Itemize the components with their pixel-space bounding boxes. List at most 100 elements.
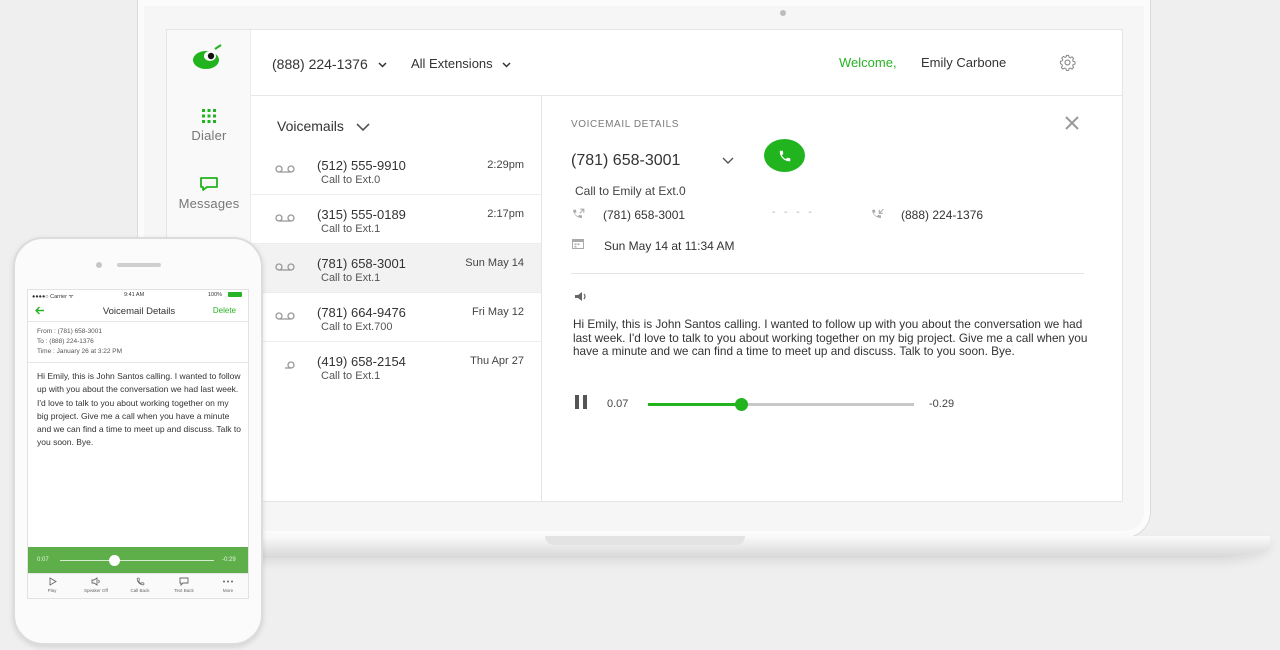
dialpad-icon: [202, 109, 216, 123]
mobile-progress-thumb[interactable]: [108, 555, 120, 566]
phone-icon: [136, 577, 144, 586]
to-number: (888) 224-1376: [901, 208, 984, 222]
voicemail-icon: [275, 263, 295, 271]
phone-earpiece: [117, 263, 161, 267]
voicemail-list: (512) 555-9910 Call to Ext.0 2:29pm (315…: [251, 146, 541, 391]
phone-number-select[interactable]: (888) 224-1376: [272, 56, 387, 72]
nav-messages-label: Messages: [178, 196, 240, 211]
message-bubble-icon: [200, 177, 218, 191]
call-button[interactable]: [764, 139, 805, 172]
voicemail-icon: [275, 165, 295, 173]
top-bar: (888) 224-1376 All Extensions Welcome, E…: [251, 30, 1122, 96]
tab-more[interactable]: More: [206, 577, 248, 593]
user-name[interactable]: Emily Carbone: [921, 55, 1006, 70]
tab-label: Speaker Off: [84, 588, 108, 593]
laptop-notch: [545, 536, 745, 545]
laptop-camera: [780, 10, 786, 16]
call-extension: Call to Ext.1: [321, 223, 381, 235]
caller-number: (781) 658-3001: [317, 256, 406, 271]
voicemail-icon: [285, 361, 295, 369]
battery-icon: [228, 292, 242, 297]
tab-call-back[interactable]: Call Back: [118, 577, 162, 593]
battery-level: 100%: [208, 292, 223, 298]
list-item-selected[interactable]: (781) 658-3001 Call to Ext.1 Sun May 14: [251, 244, 541, 293]
extensions-select[interactable]: All Extensions: [411, 56, 511, 71]
audio-progress-fill: [648, 403, 742, 406]
outgoing-call-icon: [573, 208, 585, 218]
status-time: 9:41 AM: [124, 292, 145, 298]
call-time: 2:17pm: [487, 208, 524, 220]
call-time: Sun May 14: [465, 257, 524, 269]
divider: [28, 362, 248, 363]
meta-to: To : (888) 224-1376: [37, 338, 94, 345]
chat-icon: [179, 577, 189, 586]
mobile-current-time: 0:07: [37, 557, 49, 563]
call-time: Fri May 12: [472, 306, 524, 318]
mobile-device: ●●●●○ Carrier ᯤ 9:41 AM 100% Voicemail D…: [13, 237, 263, 645]
nav-messages[interactable]: Messages: [167, 176, 251, 211]
phone-camera: [96, 262, 102, 268]
delete-button[interactable]: Delete: [213, 306, 236, 315]
more-icon: [223, 580, 233, 583]
nav-dialer-label: Dialer: [191, 128, 227, 143]
tab-text-back[interactable]: Text Back: [162, 577, 206, 593]
carrier-signal: ●●●●○ Carrier ᯤ: [32, 294, 74, 300]
detail-number: (781) 658-3001: [571, 152, 681, 169]
play-icon: [49, 577, 57, 586]
caller-number: (419) 658-2154: [317, 354, 406, 369]
speaker-icon[interactable]: [574, 291, 587, 302]
from-number: (781) 658-3001: [603, 208, 686, 222]
mobile-player-bar: 0:07 -0:29: [28, 547, 248, 573]
welcome-text: Welcome,: [839, 55, 897, 70]
mobile-app: ●●●●○ Carrier ᯤ 9:41 AM 100% Voicemail D…: [27, 289, 249, 599]
calendar-icon: [572, 239, 584, 249]
close-icon[interactable]: [1064, 115, 1080, 131]
caller-number: (512) 555-9910: [317, 158, 406, 173]
call-arrow-dashes: - - - -: [772, 207, 815, 218]
tab-label: Text Back: [174, 588, 194, 593]
voicemail-list-panel: Voicemails (512) 555-9910 Call to Ext.0 …: [251, 96, 542, 501]
voicemail-date: Sun May 14 at 11:34 AM: [604, 239, 735, 253]
gear-icon[interactable]: [1059, 54, 1076, 71]
incoming-call-icon: [872, 208, 884, 218]
mobile-action-bar: Play Speaker Off Call Back Text Back Mor…: [28, 573, 248, 598]
desktop-app: Dialer Messages (888) 224-1376 All Exten…: [166, 29, 1123, 502]
tab-speaker[interactable]: Speaker Off: [74, 577, 118, 593]
pause-icon[interactable]: [574, 394, 588, 410]
mobile-transcript: Hi Emily, this is John Santos calling. I…: [37, 371, 241, 448]
list-item[interactable]: (512) 555-9910 Call to Ext.0 2:29pm: [251, 146, 541, 195]
status-bar: ●●●●○ Carrier ᯤ 9:41 AM 100%: [28, 290, 248, 300]
section-label: VOICEMAIL DETAILS: [571, 119, 680, 130]
audio-progress-slider[interactable]: [648, 398, 914, 411]
chevron-down-icon: [502, 62, 511, 68]
tab-label: Play: [47, 588, 57, 593]
caller-number: (781) 664-9476: [317, 305, 406, 320]
voicemail-meta: From : (781) 658-3001 To : (888) 224-137…: [37, 327, 122, 357]
list-item[interactable]: (419) 658-2154 Call to Ext.1 Thu Apr 27: [251, 342, 541, 391]
player-current-time: 0.07: [607, 398, 629, 410]
voicemails-filter[interactable]: Voicemails: [277, 118, 370, 134]
grasshopper-logo[interactable]: [191, 43, 223, 71]
call-time: Thu Apr 27: [470, 355, 524, 367]
chevron-down-icon: [356, 123, 370, 132]
mobile-nav-bar: Voicemail Details Delete: [28, 300, 248, 322]
call-extension: Call to Ext.0: [321, 174, 381, 186]
call-to-text: Call to Emily at Ext.0: [575, 184, 686, 198]
voicemails-title: Voicemails: [277, 118, 344, 134]
chevron-down-icon[interactable]: [722, 157, 734, 164]
mobile-remaining-time: -0:29: [222, 557, 236, 563]
audio-progress-thumb[interactable]: [735, 398, 749, 411]
call-extension: Call to Ext.700: [321, 321, 393, 333]
speaker-icon: [91, 577, 100, 586]
meta-from: From : (781) 658-3001: [37, 328, 103, 335]
chevron-down-icon: [378, 62, 387, 68]
caller-number: (315) 555-0189: [317, 207, 406, 222]
tab-play[interactable]: Play: [30, 577, 74, 593]
nav-dialer[interactable]: Dialer: [167, 108, 251, 143]
list-item[interactable]: (315) 555-0189 Call to Ext.1 2:17pm: [251, 195, 541, 244]
voicemail-icon: [275, 214, 295, 222]
mobile-progress-slider[interactable]: [60, 560, 214, 561]
phone-icon: [779, 150, 790, 161]
call-extension: Call to Ext.1: [321, 272, 381, 284]
list-item[interactable]: (781) 664-9476 Call to Ext.700 Fri May 1…: [251, 293, 541, 342]
